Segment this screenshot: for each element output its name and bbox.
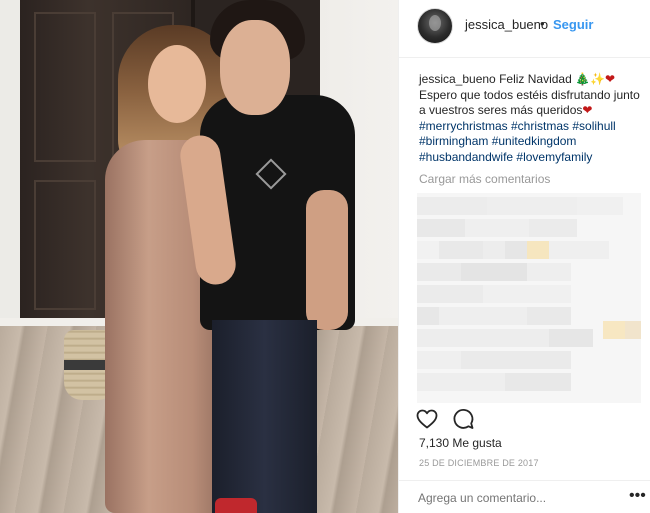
instagram-post: jessica_bueno • Seguir jessica_bueno Fel… bbox=[0, 0, 650, 513]
sparkle-icon: ✨ bbox=[590, 72, 606, 86]
author-username[interactable]: jessica_bueno bbox=[465, 17, 548, 32]
heart-icon: ❤ bbox=[582, 103, 593, 117]
post-photo[interactable] bbox=[0, 0, 398, 513]
post-actions bbox=[415, 407, 650, 433]
redacted-comments bbox=[417, 193, 641, 403]
caption-username[interactable]: jessica_bueno bbox=[419, 72, 496, 86]
photo-man-face bbox=[220, 20, 290, 115]
separator-dot: • bbox=[540, 16, 545, 31]
photo-man-arm bbox=[306, 190, 348, 330]
follow-button[interactable]: Seguir bbox=[553, 17, 593, 32]
avatar[interactable] bbox=[417, 8, 453, 44]
photo-woman-face bbox=[148, 45, 206, 123]
caption-hashtags[interactable]: #merrychristmas #christmas #solihull #bi… bbox=[419, 119, 647, 166]
photo-man-jeans bbox=[212, 320, 317, 513]
post-caption: jessica_bueno Feliz Navidad 🎄✨❤ Espero q… bbox=[419, 72, 647, 165]
heart-outline-icon[interactable] bbox=[415, 407, 439, 431]
load-more-comments-link[interactable]: Cargar más comentarios bbox=[419, 172, 550, 186]
comment-bubble-icon[interactable] bbox=[451, 407, 475, 431]
more-options-icon[interactable]: ••• bbox=[629, 487, 646, 505]
comment-input[interactable] bbox=[418, 491, 628, 505]
likes-count[interactable]: 7,130 Me gusta bbox=[419, 436, 502, 450]
post-side-panel: jessica_bueno • Seguir jessica_bueno Fel… bbox=[398, 0, 650, 513]
post-date: 25 DE DICIEMBRE DE 2017 bbox=[419, 458, 539, 468]
heart-icon: ❤ bbox=[605, 72, 616, 86]
christmas-tree-icon: 🎄 bbox=[575, 72, 591, 86]
post-header: jessica_bueno • Seguir bbox=[399, 0, 650, 58]
photo-shoe bbox=[215, 498, 257, 513]
caption-text: Feliz Navidad bbox=[495, 72, 576, 86]
comment-bar: ••• bbox=[399, 480, 650, 513]
caption-text: Espero que todos estéis disfrutando junt… bbox=[419, 87, 640, 118]
